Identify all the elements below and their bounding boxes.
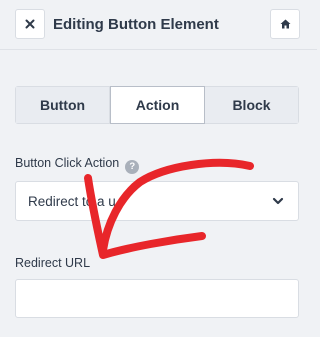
redirect-url-input[interactable] bbox=[15, 279, 299, 318]
help-icon[interactable]: ? bbox=[125, 159, 140, 174]
panel-title: Editing Button Element bbox=[53, 16, 219, 33]
tab-action[interactable]: Action bbox=[110, 86, 205, 124]
tab-bar: Button Action Block bbox=[15, 86, 299, 124]
close-icon bbox=[25, 19, 35, 29]
click-action-label: Button Click Action? bbox=[15, 156, 140, 174]
tab-block[interactable]: Block bbox=[205, 87, 298, 123]
close-button[interactable] bbox=[15, 9, 45, 39]
redirect-url-label: Redirect URL bbox=[15, 256, 91, 270]
tab-button[interactable]: Button bbox=[16, 87, 110, 123]
click-action-label-text: Button Click Action bbox=[15, 156, 120, 170]
home-button[interactable] bbox=[270, 9, 300, 39]
click-action-selected-value: Redirect to a u bbox=[28, 194, 116, 209]
home-icon bbox=[280, 19, 290, 29]
chevron-down-icon bbox=[272, 197, 284, 205]
click-action-select[interactable]: Redirect to a u bbox=[15, 181, 299, 221]
panel-header: Editing Button Element bbox=[0, 0, 317, 50]
editor-panel: Editing Button Element Button Action Blo… bbox=[0, 0, 317, 337]
